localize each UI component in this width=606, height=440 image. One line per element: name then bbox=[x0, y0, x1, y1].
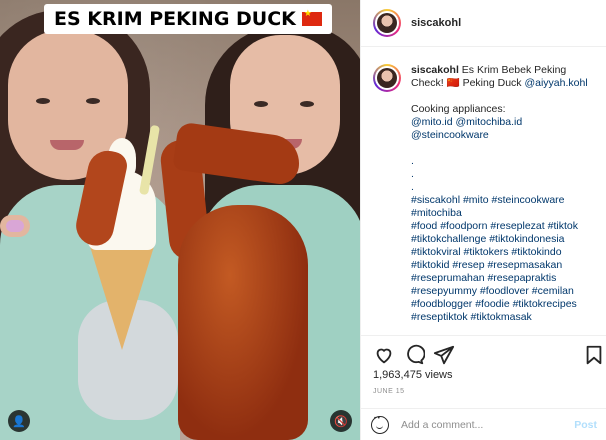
view-count-label: views bbox=[425, 369, 453, 381]
post-header: siscakohl bbox=[361, 0, 606, 47]
avatar[interactable] bbox=[373, 64, 401, 92]
eye bbox=[86, 98, 100, 104]
caption-body: siscakohl Es Krim Bebek Peking Check! 🇨🇳… bbox=[411, 64, 599, 324]
post-comment-button[interactable]: Post bbox=[574, 419, 597, 431]
hashtag-line[interactable]: #foodblogger #foodie #tiktokrecipes bbox=[411, 298, 599, 311]
appliance-mentions[interactable]: @mito.id @mitochiba.id @steincookware bbox=[411, 116, 599, 142]
hashtag-line[interactable]: #tiktokchallenge #tiktokindonesia bbox=[411, 233, 599, 246]
mention-link[interactable]: @aiyyah.kohl bbox=[524, 77, 587, 89]
hashtag-line[interactable]: #tiktokid #resep #resepmasakan bbox=[411, 259, 599, 272]
user-tag-icon[interactable]: 👤 bbox=[8, 410, 30, 432]
eye bbox=[36, 98, 50, 104]
smiley-icon[interactable] bbox=[371, 415, 389, 434]
hashtag-line[interactable]: #mitochiba bbox=[411, 207, 599, 220]
post-sidebar: siscakohl siscakohl Es Krim Bebek Peking… bbox=[360, 0, 606, 440]
avatar[interactable] bbox=[373, 9, 401, 37]
heart-icon[interactable] bbox=[373, 344, 395, 366]
china-flag-icon bbox=[301, 9, 322, 26]
eye bbox=[300, 101, 314, 107]
post-caption-block: siscakohl Es Krim Bebek Peking Check! 🇨🇳… bbox=[373, 64, 599, 324]
view-count[interactable]: 1,963,475 views bbox=[373, 369, 453, 381]
caption-username[interactable]: siscakohl bbox=[411, 64, 459, 76]
mouth bbox=[50, 140, 84, 150]
action-bar bbox=[361, 335, 606, 369]
roast-duck-body bbox=[178, 205, 308, 440]
hashtag-line[interactable]: #tiktokviral #tiktokers #tiktokindo bbox=[411, 246, 599, 259]
post-date: JUNE 15 bbox=[373, 388, 405, 395]
mute-icon[interactable]: 🔇 bbox=[330, 410, 352, 432]
caption-first-line: siscakohl Es Krim Bebek Peking Check! 🇨🇳… bbox=[411, 64, 599, 90]
hashtag-line[interactable]: #resepyummy #foodlover #cemilan bbox=[411, 285, 599, 298]
video-caption: ES KRIM PEKING DUCK bbox=[44, 4, 332, 34]
hashtag-line[interactable]: #reseptiktok #tiktokmasak bbox=[411, 311, 599, 324]
view-count-number: 1,963,475 bbox=[373, 369, 422, 381]
dot-separator: . bbox=[411, 155, 414, 167]
header-username[interactable]: siscakohl bbox=[411, 17, 461, 29]
comment-composer: Post bbox=[361, 408, 606, 440]
hashtag-line[interactable]: #siscakohl #mito #steincookware bbox=[411, 194, 599, 207]
eye bbox=[254, 101, 268, 107]
caption-text: ES KRIM PEKING DUCK bbox=[54, 8, 296, 30]
dot-separator: . bbox=[411, 168, 414, 180]
dot-separator: . bbox=[411, 181, 414, 193]
post-media[interactable]: ES KRIM PEKING DUCK 👤 🔇 bbox=[0, 0, 360, 440]
share-icon[interactable] bbox=[433, 344, 455, 366]
hashtag-line[interactable]: #food #foodporn #reseplezat #tiktok bbox=[411, 220, 599, 233]
fingernail bbox=[6, 220, 24, 232]
bookmark-icon[interactable] bbox=[583, 344, 605, 366]
appliances-label: Cooking appliances: bbox=[411, 103, 506, 115]
ice-cream-cone bbox=[88, 240, 156, 350]
comment-input[interactable] bbox=[401, 418, 569, 431]
hashtag-line[interactable]: #reseprumahan #resepapraktis bbox=[411, 272, 599, 285]
comment-icon[interactable] bbox=[403, 344, 425, 366]
